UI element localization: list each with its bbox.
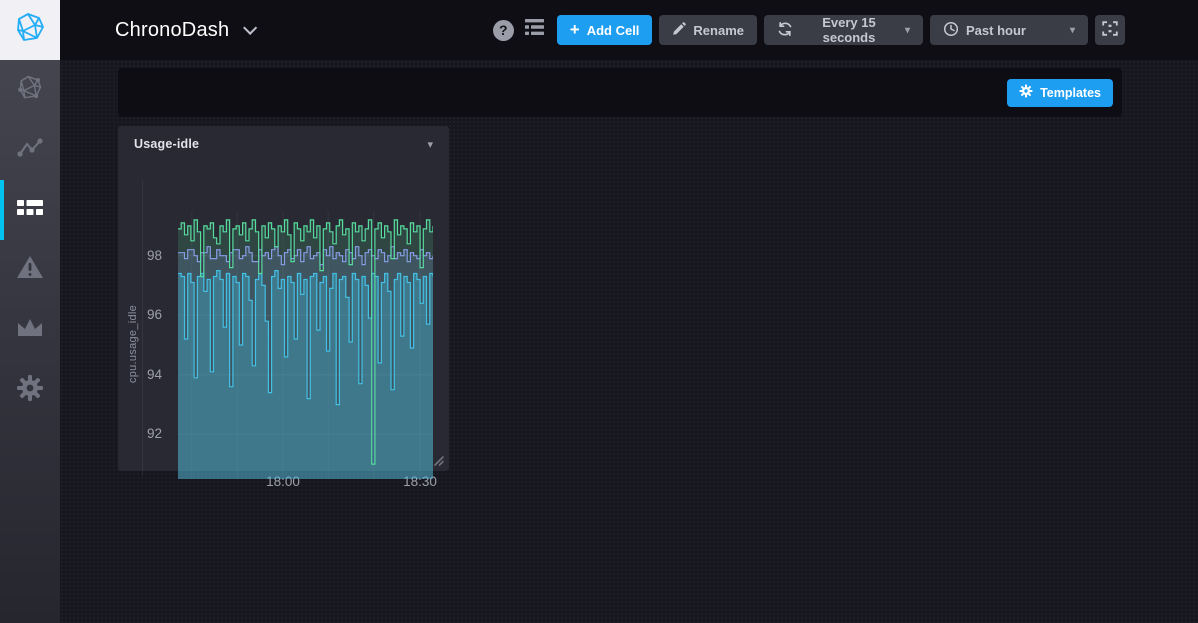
presentation-mode-button[interactable] <box>1095 15 1125 45</box>
add-cell-label: Add Cell <box>587 23 640 38</box>
add-cell-button[interactable]: + Add Cell <box>557 15 653 45</box>
help-button[interactable]: ? <box>493 20 514 41</box>
pencil-icon <box>672 22 686 39</box>
templates-button[interactable]: Templates <box>1007 79 1113 107</box>
navbar-actions: ? + Add Cell Rename <box>493 0 1125 60</box>
app-logo-button[interactable] <box>0 0 60 60</box>
sidebar-item-data-explorer[interactable] <box>0 120 60 180</box>
graph-line-icon <box>16 136 44 165</box>
plus-icon: + <box>570 21 580 38</box>
dashboard-cell-usage-idle: Usage-idle ▾ cpu.usage_idle 98969492 18:… <box>118 126 449 471</box>
rename-label: Rename <box>693 23 744 38</box>
caret-down-icon: ▾ <box>905 25 910 36</box>
cell-menu-caret-icon: ▾ <box>427 138 433 151</box>
left-sidebar <box>0 60 60 623</box>
rename-button[interactable]: Rename <box>659 15 757 45</box>
refresh-icon <box>777 21 793 40</box>
top-navbar: ChronoDash ? + Add Cell <box>0 0 1198 60</box>
cell-header[interactable]: Usage-idle ▾ <box>118 126 449 162</box>
usage-chart-svg[interactable] <box>178 211 433 479</box>
refresh-interval-dropdown[interactable]: Every 15 seconds ▾ <box>764 15 923 45</box>
chronograf-logo-icon <box>13 11 47 50</box>
alert-triangle-icon <box>16 255 44 285</box>
chevron-down-icon <box>243 21 257 35</box>
sidebar-item-alerts[interactable] <box>0 240 60 300</box>
gear-icon <box>16 374 44 407</box>
page-title: ChronoDash <box>115 19 229 42</box>
sidebar-item-settings[interactable] <box>0 360 60 420</box>
sidebar-item-dashboards[interactable] <box>0 180 60 240</box>
refresh-interval-label: Every 15 seconds <box>800 15 898 45</box>
sidebar-item-admin[interactable] <box>0 300 60 360</box>
y-tick-label: 92 <box>128 426 162 441</box>
gear-icon <box>1019 84 1033 101</box>
time-range-dropdown[interactable]: Past hour ▾ <box>930 15 1088 45</box>
dashboard-title-dropdown[interactable]: ChronoDash <box>115 0 253 60</box>
templates-label: Templates <box>1040 86 1101 100</box>
y-tick-label: 96 <box>128 307 162 322</box>
fullscreen-icon <box>1102 21 1118 39</box>
list-icon <box>525 19 544 41</box>
y-tick-label: 98 <box>128 248 162 263</box>
cell-chart-area: cpu.usage_idle 98969492 18:0018:30 <box>118 162 449 471</box>
graph-options-button[interactable] <box>525 19 544 41</box>
cubo-icon <box>15 73 45 108</box>
cell-resize-handle[interactable] <box>429 451 445 467</box>
template-variables-bar: Templates <box>118 68 1122 117</box>
crown-icon <box>16 318 44 343</box>
dashboards-grid-icon <box>17 200 43 221</box>
time-range-label: Past hour <box>966 23 1026 38</box>
sidebar-item-hosts[interactable] <box>0 60 60 120</box>
caret-down-icon: ▾ <box>1070 25 1075 36</box>
question-icon: ? <box>499 22 508 38</box>
cell-title: Usage-idle <box>134 137 199 151</box>
clock-icon <box>943 21 959 40</box>
y-tick-label: 94 <box>128 367 162 382</box>
